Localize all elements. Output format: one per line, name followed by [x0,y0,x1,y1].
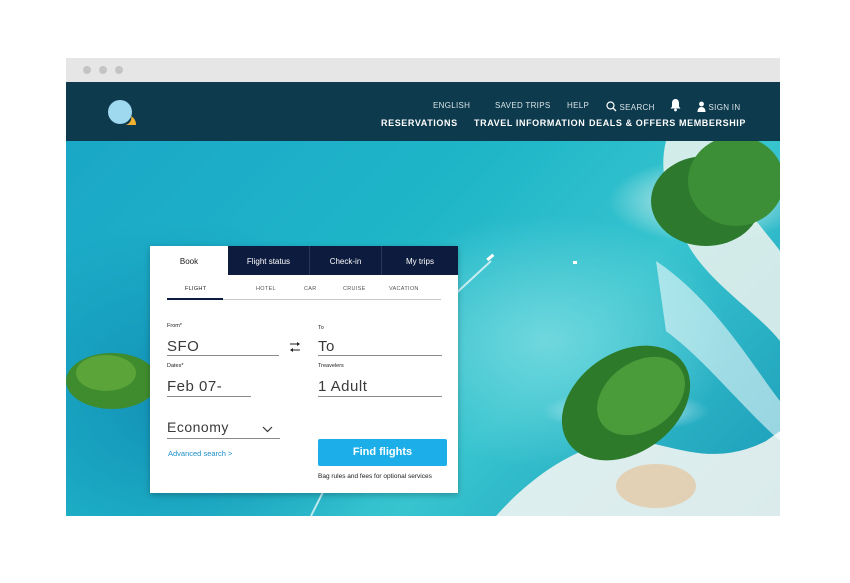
from-underline [167,355,279,356]
sign-in-link[interactable]: SIGN IN [697,101,740,112]
travelers-field[interactable]: 1 Adult [318,378,367,395]
nav-reservations[interactable]: RESERVATIONS [381,118,458,128]
find-flights-button[interactable]: Find flights [318,439,447,466]
tab-book[interactable]: Book [150,246,228,275]
tab-check-in[interactable]: Check-in [310,246,382,275]
sign-in-label: SIGN IN [708,103,741,112]
nav-travel-information[interactable]: TRAVEL INFORMATION [474,118,585,128]
travelers-underline [318,396,442,397]
from-label: From* [167,323,182,329]
advanced-search-link[interactable]: Advanced search > [168,449,232,458]
subtab-car[interactable]: CAR [304,286,317,292]
subtab-active-indicator [167,298,223,300]
site-header: ENGLISH SAVED TRIPS HELP SEARCH SIGN IN … [66,82,780,141]
flight-booking-widget: Book Flight status Check-in My trips FLI… [150,246,458,493]
dates-label: Dates* [167,363,184,369]
tab-flight-status[interactable]: Flight status [228,246,310,275]
nav-membership[interactable]: MEMBERSHIP [679,118,746,128]
search-link[interactable]: SEARCH [606,101,655,112]
hero-image: Book Flight status Check-in My trips FLI… [66,141,780,516]
dates-underline [167,396,251,397]
bag-rules-link[interactable]: Bag rules and fees for optional services [318,473,432,480]
to-label: To [318,325,324,331]
cabin-select[interactable]: Economy [167,419,280,439]
tab-my-trips[interactable]: My trips [382,246,458,275]
subtab-cruise[interactable]: CRUISE [343,286,366,292]
cabin-underline [167,438,280,439]
to-underline [318,355,442,356]
window-dot-icon [115,66,123,74]
from-field[interactable]: SFO [167,338,199,355]
subtab-flight[interactable]: FLIGHT [185,286,206,292]
window-dot-icon [99,66,107,74]
nav-deals-offers[interactable]: DEALS & OFFERS [589,118,676,128]
swap-arrows-icon[interactable] [289,340,301,354]
bell-icon[interactable] [669,98,682,112]
user-icon [697,101,706,112]
language-link[interactable]: ENGLISH [433,101,470,110]
search-icon [606,101,617,112]
window-dot-icon [83,66,91,74]
booking-tabs: Book Flight status Check-in My trips [150,246,458,275]
cabin-value: Economy [167,419,229,435]
dates-field[interactable]: Feb 07- [167,378,222,395]
logo-icon[interactable] [106,98,146,128]
saved-trips-link[interactable]: SAVED TRIPS [495,101,550,110]
travelers-label: Treavelers [318,363,344,369]
subtab-hotel[interactable]: HOTEL [256,286,276,292]
help-link[interactable]: HELP [567,101,589,110]
subtab-vacation[interactable]: VACATION [389,286,419,292]
search-label: SEARCH [619,103,655,112]
to-field[interactable]: To [318,338,335,355]
chevron-down-icon [262,426,273,433]
browser-chrome [66,58,780,83]
browser-window: ENGLISH SAVED TRIPS HELP SEARCH SIGN IN … [66,58,780,516]
